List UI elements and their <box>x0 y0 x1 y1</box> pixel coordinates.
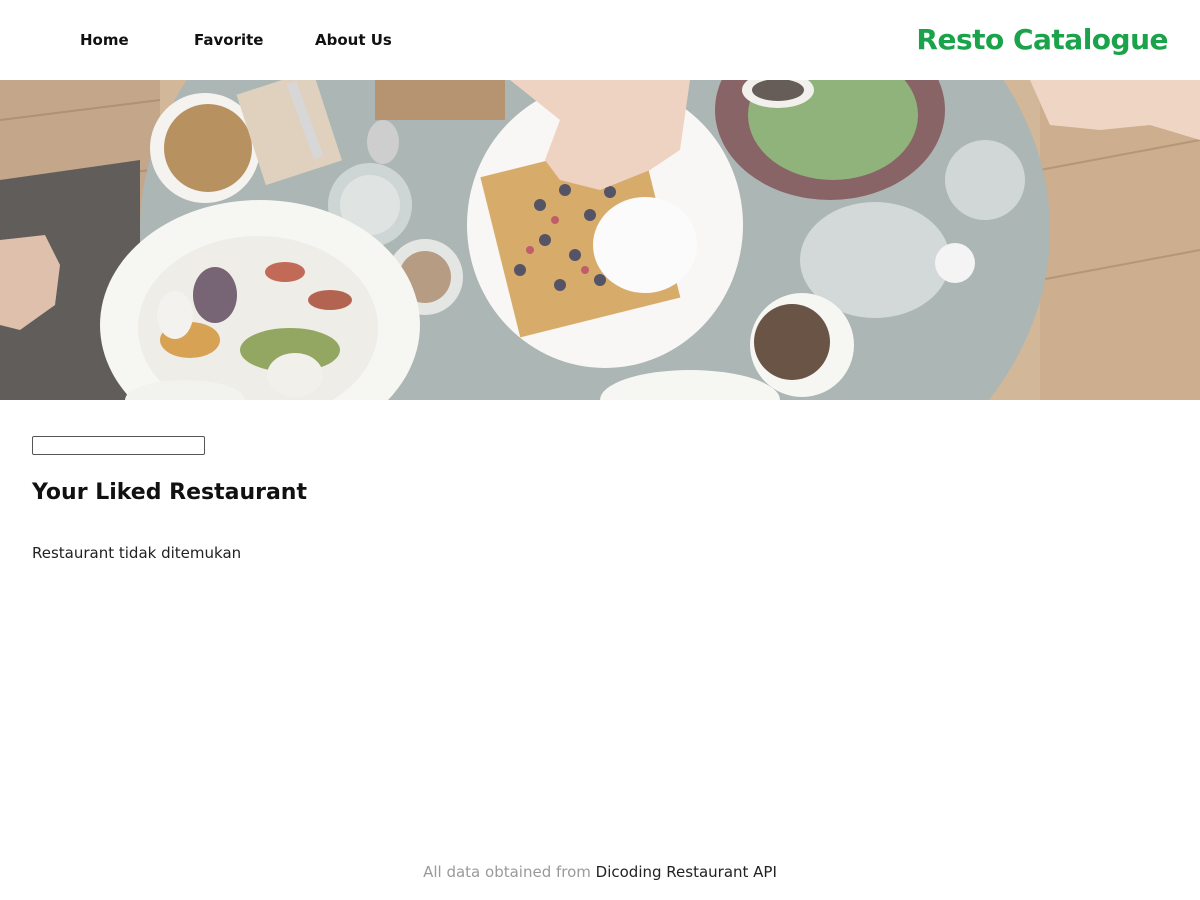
main-content: Your Liked Restaurant Restaurant tidak d… <box>32 436 1168 563</box>
empty-state-message: Restaurant tidak ditemukan <box>32 544 242 562</box>
brand-logo[interactable]: Resto Catalogue <box>916 22 1168 58</box>
nav-link-about-us[interactable]: About Us <box>315 30 392 50</box>
footer-prefix: All data obtained from <box>423 863 596 881</box>
app-bar: Home Favorite About Us Resto Catalogue <box>0 0 1200 80</box>
page-title: Your Liked Restaurant <box>32 480 307 505</box>
hero-food-illustration <box>0 80 1200 400</box>
footer-api-link[interactable]: Dicoding Restaurant API <box>596 863 777 881</box>
nav-link-home[interactable]: Home <box>80 30 129 50</box>
footer: All data obtained from Dicoding Restaura… <box>0 860 1200 884</box>
search-input[interactable] <box>32 436 205 455</box>
hero-image <box>0 80 1200 400</box>
nav-link-favorite[interactable]: Favorite <box>194 30 263 50</box>
